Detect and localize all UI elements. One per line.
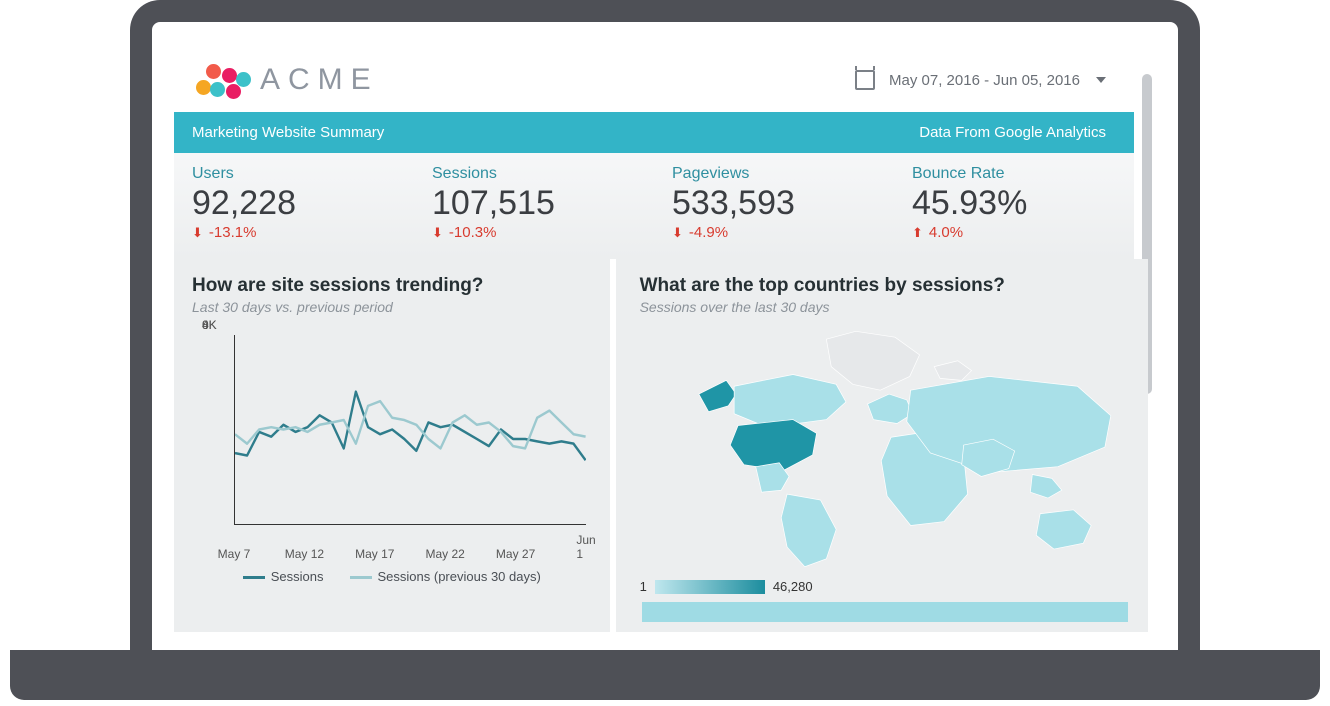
world-map-chart [640, 325, 1130, 575]
panel-title: What are the top countries by sessions? [640, 275, 1130, 297]
top-countries-panel: What are the top countries by sessions? … [630, 259, 1148, 632]
arrow-down-icon: ⬇ [192, 225, 203, 241]
chart-legend: Sessions Sessions (previous 30 days) [192, 569, 592, 584]
laptop-frame: ACME May 07, 2016 - Jun 05, 2016 Marketi… [130, 0, 1200, 700]
kpi-value: 107,515 [432, 185, 636, 222]
report-title: Marketing Website Summary [192, 124, 384, 141]
kpi-value: 45.93% [912, 185, 1116, 222]
app-screen: ACME May 07, 2016 - Jun 05, 2016 Marketi… [174, 44, 1156, 650]
date-range-label: May 07, 2016 - Jun 05, 2016 [889, 72, 1080, 89]
x-tick: May 12 [285, 547, 324, 561]
calendar-icon [855, 70, 875, 90]
scale-max: 46,280 [773, 579, 813, 594]
caret-down-icon [1096, 77, 1106, 83]
app-header: ACME May 07, 2016 - Jun 05, 2016 [174, 44, 1134, 112]
report-banner: Marketing Website Summary Data From Goog… [174, 112, 1134, 153]
kpi-row: Users 92,228 ⬇ -13.1% Sessions 107,515 [174, 153, 1134, 259]
brand-logo: ACME [192, 58, 379, 102]
date-range-picker[interactable]: May 07, 2016 - Jun 05, 2016 [855, 70, 1106, 90]
kpi-users: Users 92,228 ⬇ -13.1% [174, 161, 414, 245]
x-tick: May 17 [355, 547, 394, 561]
brand-mark-icon [192, 58, 250, 102]
brand-name: ACME [260, 63, 379, 97]
kpi-value: 533,593 [672, 185, 876, 222]
kpi-label: Bounce Rate [912, 165, 1116, 183]
legend-item-current: Sessions [243, 569, 324, 584]
legend-swatch-icon [350, 576, 372, 579]
report-source: Data From Google Analytics [919, 124, 1106, 141]
kpi-label: Pageviews [672, 165, 876, 183]
x-tick: May 7 [218, 547, 251, 561]
sessions-line-chart: 8K 4K 0 May 7May 12May 17May 22May 27Jun… [198, 325, 592, 545]
x-tick: May 22 [426, 547, 465, 561]
panels-row: How are site sessions trending? Last 30 … [174, 259, 1134, 632]
panel-subtitle: Sessions over the last 30 days [640, 299, 1130, 315]
arrow-up-icon: ⬆ [912, 225, 923, 241]
arrow-down-icon: ⬇ [672, 225, 683, 241]
kpi-delta: ⬆ 4.0% [912, 224, 1116, 241]
scale-gradient-icon [655, 580, 765, 594]
x-tick: Jun 1 [576, 533, 595, 561]
sessions-trend-panel: How are site sessions trending? Last 30 … [174, 259, 616, 632]
kpi-delta: ⬇ -10.3% [432, 224, 636, 241]
map-scalebar: 1 46,280 [640, 579, 1130, 594]
legend-item-previous: Sessions (previous 30 days) [350, 569, 541, 584]
panel-subtitle: Last 30 days vs. previous period [192, 299, 592, 315]
arrow-down-icon: ⬇ [432, 225, 443, 241]
scale-min: 1 [640, 579, 647, 594]
kpi-delta: ⬇ -13.1% [192, 224, 396, 241]
kpi-delta: ⬇ -4.9% [672, 224, 876, 241]
laptop-base [10, 650, 1320, 700]
next-section-teaser [642, 602, 1128, 622]
kpi-value: 92,228 [192, 185, 396, 222]
kpi-bounce-rate: Bounce Rate 45.93% ⬆ 4.0% [894, 161, 1134, 245]
panel-title: How are site sessions trending? [192, 275, 592, 297]
legend-swatch-icon [243, 576, 265, 579]
x-tick: May 27 [496, 547, 535, 561]
kpi-label: Users [192, 165, 396, 183]
kpi-sessions: Sessions 107,515 ⬇ -10.3% [414, 161, 654, 245]
y-tick: 0 [202, 318, 209, 332]
kpi-pageviews: Pageviews 533,593 ⬇ -4.9% [654, 161, 894, 245]
kpi-label: Sessions [432, 165, 636, 183]
